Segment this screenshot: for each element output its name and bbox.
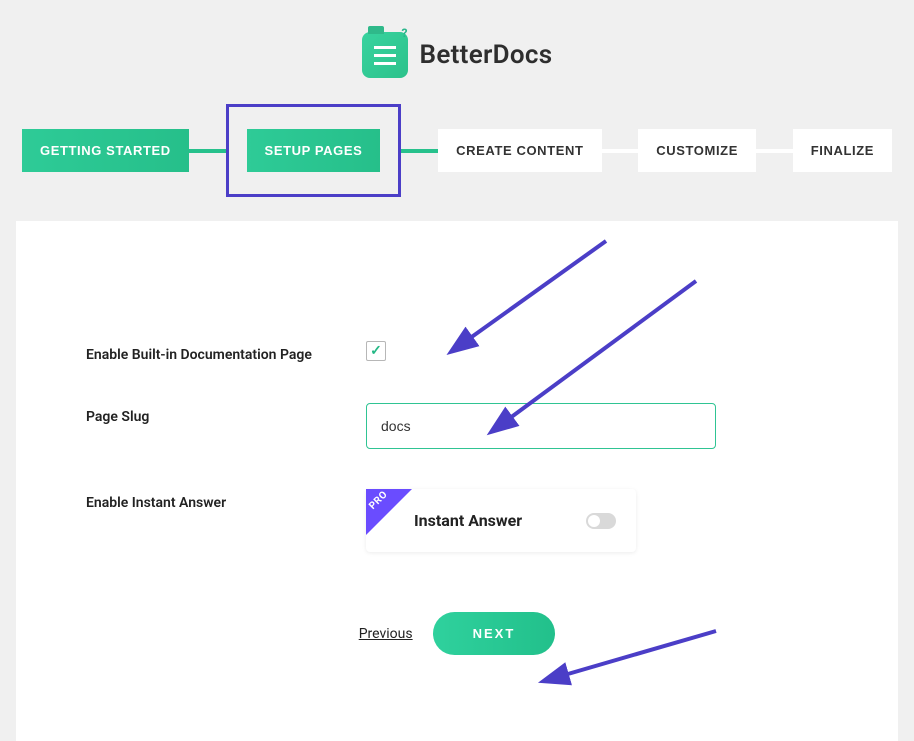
step-setup-pages[interactable]: SETUP PAGES: [247, 129, 381, 172]
input-page-slug[interactable]: [366, 403, 716, 449]
step-connector: [756, 149, 793, 153]
row-page-slug: Page Slug: [86, 403, 828, 449]
pro-badge: PRO: [366, 489, 412, 535]
step-create-content[interactable]: CREATE CONTENT: [438, 129, 601, 172]
brand-logo-icon: ?: [362, 32, 408, 78]
step-current-highlight: SETUP PAGES: [226, 104, 402, 197]
wizard-nav: Previous NEXT: [86, 612, 828, 655]
step-connector: [602, 149, 639, 153]
toggle-instant-answer[interactable]: [586, 513, 616, 529]
wizard-steps: GETTING STARTED SETUP PAGES CREATE CONTE…: [22, 104, 892, 197]
checkbox-enable-doc-page[interactable]: ✓: [366, 341, 386, 361]
step-connector: [189, 149, 226, 153]
brand-name: BetterDocs: [420, 40, 553, 70]
step-connector: [401, 149, 438, 153]
previous-link[interactable]: Previous: [359, 626, 413, 642]
check-icon: ✓: [370, 343, 382, 359]
step-getting-started[interactable]: GETTING STARTED: [22, 129, 189, 172]
row-instant-answer: Enable Instant Answer PRO Instant Answer: [86, 489, 828, 552]
label-instant-answer: Enable Instant Answer: [86, 489, 346, 511]
label-page-slug: Page Slug: [86, 403, 346, 425]
annotation-arrow-icon: [436, 231, 616, 355]
instant-answer-panel: PRO Instant Answer: [366, 489, 636, 552]
row-enable-doc-page: Enable Built-in Documentation Page ✓: [86, 341, 828, 363]
app-header: ? BetterDocs: [0, 0, 914, 96]
step-finalize[interactable]: FINALIZE: [793, 129, 892, 172]
instant-answer-title: Instant Answer: [414, 511, 522, 530]
setup-pages-card: Enable Built-in Documentation Page ✓ Pag…: [16, 221, 898, 741]
next-button[interactable]: NEXT: [433, 612, 556, 655]
step-customize[interactable]: CUSTOMIZE: [638, 129, 756, 172]
label-enable-doc-page: Enable Built-in Documentation Page: [86, 341, 346, 363]
